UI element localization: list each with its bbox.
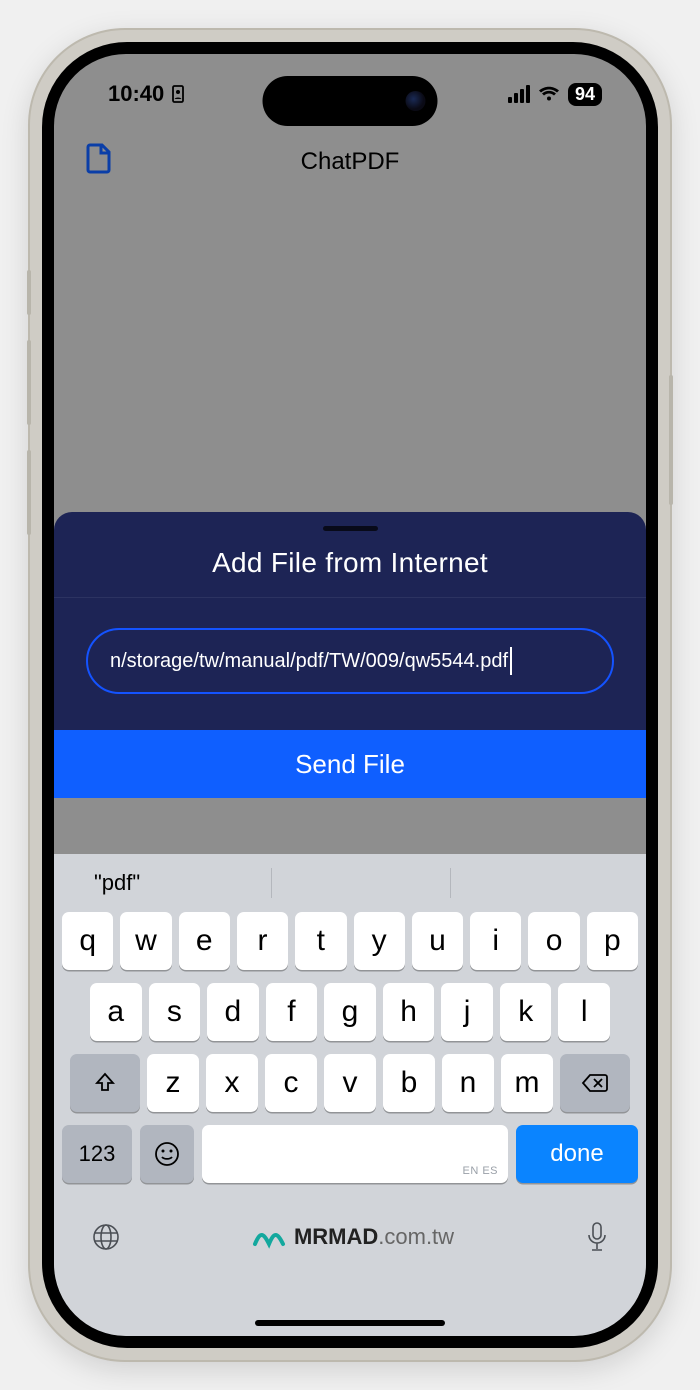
- brand-watermark: MRMAD.com.tw: [252, 1224, 454, 1250]
- backspace-key[interactable]: [560, 1054, 630, 1112]
- nav-header: ChatPDF: [54, 134, 646, 189]
- phone-frame: 10:40 94 ChatPDF Add File from Internet: [30, 30, 670, 1360]
- suggestion-item[interactable]: "pdf": [72, 870, 271, 896]
- divider: [450, 868, 451, 898]
- sheet-grabber[interactable]: [323, 526, 378, 531]
- document-icon[interactable]: [84, 142, 114, 174]
- suggestion-bar: "pdf": [54, 854, 646, 912]
- space-lang-label: EN ES: [462, 1165, 498, 1177]
- keyboard-bottom-row: MRMAD.com.tw: [54, 1196, 646, 1268]
- globe-key[interactable]: [90, 1221, 122, 1253]
- add-file-sheet: Add File from Internet n/storage/tw/manu…: [54, 512, 646, 798]
- emoji-key[interactable]: [140, 1125, 194, 1183]
- sheet-title: Add File from Internet: [54, 547, 646, 579]
- numeric-key[interactable]: 123: [62, 1125, 132, 1183]
- key-e[interactable]: e: [179, 912, 230, 970]
- power-button: [669, 375, 673, 505]
- url-input[interactable]: n/storage/tw/manual/pdf/TW/009/qw5544.pd…: [86, 628, 614, 694]
- key-row-3: z x c v b n m: [54, 1054, 646, 1112]
- divider: [271, 868, 272, 898]
- key-u[interactable]: u: [412, 912, 463, 970]
- backspace-icon: [581, 1072, 609, 1094]
- key-n[interactable]: n: [442, 1054, 494, 1112]
- wifi-icon: [538, 85, 560, 103]
- key-w[interactable]: w: [120, 912, 171, 970]
- key-b[interactable]: b: [383, 1054, 435, 1112]
- key-t[interactable]: t: [295, 912, 346, 970]
- key-c[interactable]: c: [265, 1054, 317, 1112]
- key-m[interactable]: m: [501, 1054, 553, 1112]
- home-indicator[interactable]: [255, 1320, 445, 1326]
- cellular-signal-icon: [508, 85, 530, 103]
- key-z[interactable]: z: [147, 1054, 199, 1112]
- key-g[interactable]: g: [324, 983, 376, 1041]
- key-d[interactable]: d: [207, 983, 259, 1041]
- front-camera: [406, 91, 426, 111]
- key-q[interactable]: q: [62, 912, 113, 970]
- brand-logo-icon: [252, 1224, 286, 1250]
- dynamic-island: [263, 76, 438, 126]
- key-o[interactable]: o: [528, 912, 579, 970]
- dictation-key[interactable]: [584, 1220, 610, 1254]
- emoji-icon: [153, 1140, 181, 1168]
- key-k[interactable]: k: [500, 983, 552, 1041]
- screen: 10:40 94 ChatPDF Add File from Internet: [54, 54, 646, 1336]
- done-key[interactable]: done: [516, 1125, 638, 1183]
- side-button: [27, 270, 31, 315]
- key-a[interactable]: a: [90, 983, 142, 1041]
- volume-up-button: [27, 340, 31, 425]
- shift-icon: [93, 1071, 117, 1095]
- microphone-icon: [584, 1220, 610, 1254]
- key-i[interactable]: i: [470, 912, 521, 970]
- globe-icon: [90, 1221, 122, 1253]
- key-r[interactable]: r: [237, 912, 288, 970]
- send-file-button[interactable]: Send File: [54, 730, 646, 798]
- key-row-bottom: 123 EN ES done: [54, 1125, 646, 1183]
- key-h[interactable]: h: [383, 983, 435, 1041]
- key-l[interactable]: l: [558, 983, 610, 1041]
- key-j[interactable]: j: [441, 983, 493, 1041]
- key-row-1: q w e r t y u i o p: [54, 912, 646, 970]
- key-s[interactable]: s: [149, 983, 201, 1041]
- battery-level: 94: [568, 83, 602, 106]
- key-y[interactable]: y: [354, 912, 405, 970]
- divider: [54, 597, 646, 598]
- key-x[interactable]: x: [206, 1054, 258, 1112]
- page-title: ChatPDF: [301, 148, 400, 176]
- volume-down-button: [27, 450, 31, 535]
- status-time: 10:40: [108, 81, 164, 107]
- url-input-value: n/storage/tw/manual/pdf/TW/009/qw5544.pd…: [110, 650, 508, 673]
- key-f[interactable]: f: [266, 983, 318, 1041]
- phone-bezel: 10:40 94 ChatPDF Add File from Internet: [42, 42, 658, 1348]
- key-v[interactable]: v: [324, 1054, 376, 1112]
- text-caret: [510, 647, 512, 675]
- space-key[interactable]: EN ES: [202, 1125, 508, 1183]
- id-card-icon: [170, 85, 186, 103]
- keyboard: "pdf" q w e r t y u i o p: [54, 854, 646, 1336]
- shift-key[interactable]: [70, 1054, 140, 1112]
- key-p[interactable]: p: [587, 912, 638, 970]
- key-row-2: a s d f g h j k l: [54, 983, 646, 1041]
